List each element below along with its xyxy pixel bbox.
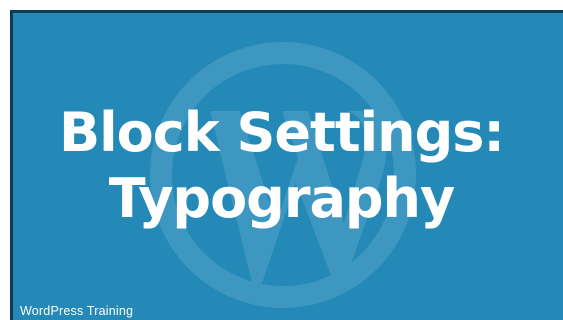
slide-title: Block Settings: Typography bbox=[0, 100, 563, 232]
footer-label: WordPress Training bbox=[20, 304, 134, 318]
title-line-2: Typography bbox=[108, 167, 455, 230]
title-slide: Block Settings: Typography WordPress Tra… bbox=[0, 0, 563, 320]
title-line-1: Block Settings: bbox=[59, 101, 505, 164]
